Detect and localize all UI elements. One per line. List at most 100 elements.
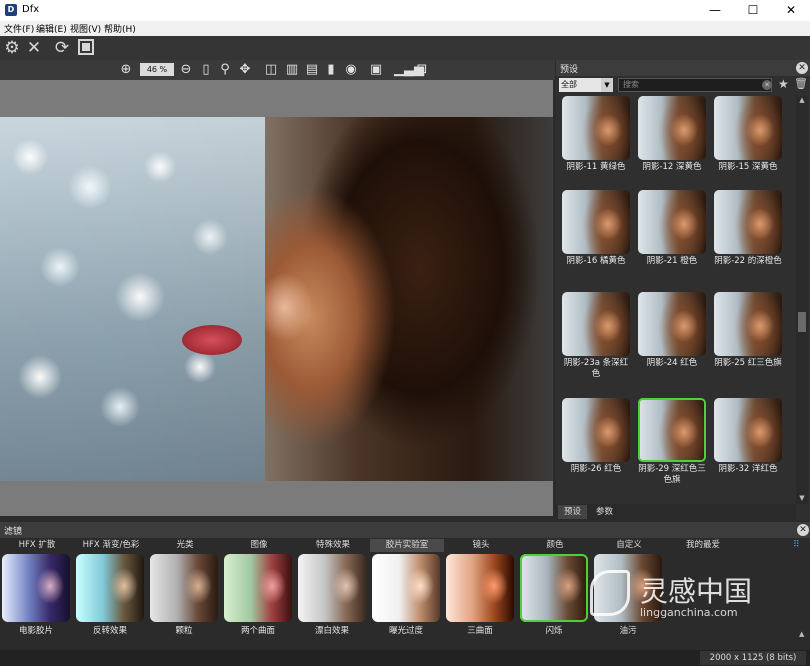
filter-item[interactable]: 漂白效果: [296, 554, 368, 636]
preset-item[interactable]: 阴影-24 红色: [636, 292, 708, 394]
preset-item[interactable]: 阴影-15 深黄色: [712, 96, 784, 198]
filter-tab[interactable]: 图像: [222, 539, 296, 552]
filter-tab[interactable]: 镜头: [444, 539, 518, 552]
watermark: 灵感中国 lingganchina.com: [590, 566, 790, 626]
preset-item[interactable]: 阴影-16 橘黄色: [560, 190, 632, 292]
chevron-down-icon[interactable]: ▼: [601, 78, 613, 92]
preset-thumbnail[interactable]: [638, 190, 706, 254]
zoom-in-icon[interactable]: ⊕: [118, 62, 134, 78]
pan-icon[interactable]: ✥: [237, 62, 253, 78]
filter-thumbnail[interactable]: [2, 554, 70, 622]
filter-item[interactable]: 颗粒: [148, 554, 220, 636]
preset-thumbnail[interactable]: [714, 292, 782, 356]
split-horizontal-icon[interactable]: ▤: [304, 62, 320, 78]
filter-item[interactable]: 曝光过度: [370, 554, 442, 636]
filter-thumbnail[interactable]: [446, 554, 514, 622]
filter-tab-active[interactable]: 胶片实验室: [370, 539, 444, 552]
menu-file[interactable]: 文件(F): [4, 22, 34, 35]
filter-tab[interactable]: 光类: [148, 539, 222, 552]
filter-item[interactable]: 三曲面: [444, 554, 516, 636]
preset-item[interactable]: 阴影-26 红色: [560, 398, 632, 500]
filter-tab[interactable]: HFX 扩散: [0, 539, 74, 552]
filter-item[interactable]: 反转效果: [74, 554, 146, 636]
scroll-up-icon[interactable]: ▲: [796, 96, 808, 106]
star-icon[interactable]: ★: [778, 77, 789, 91]
preset-thumbnail[interactable]: [562, 292, 630, 356]
filter-tab[interactable]: HFX 渐变/色彩: [74, 539, 148, 552]
page-icon[interactable]: ▮: [323, 62, 339, 78]
filter-item[interactable]: 电影胶片: [0, 554, 72, 636]
preset-tabs: 预设 参数: [556, 504, 796, 520]
filter-tab[interactable]: 自定义: [592, 539, 666, 552]
preset-thumbnail[interactable]: [714, 190, 782, 254]
zoom-level[interactable]: 46 %: [140, 63, 174, 76]
preset-item[interactable]: 阴影-23a 条深红色: [560, 292, 632, 394]
trash-icon[interactable]: 🗑: [794, 77, 808, 90]
camera-icon[interactable]: ◉: [343, 62, 359, 78]
menu-help[interactable]: 帮助(H): [104, 22, 136, 35]
filter-label: 反转效果: [92, 626, 127, 636]
histogram-icon[interactable]: ▁▃▅: [394, 62, 424, 78]
maximize-button[interactable]: ☐: [734, 0, 772, 21]
scroll-thumb[interactable]: [798, 312, 806, 332]
filter-tab[interactable]: 颜色: [518, 539, 592, 552]
filter-item-selected[interactable]: 闪烁: [518, 554, 590, 636]
filter-thumbnail[interactable]: [520, 554, 588, 622]
filters-panel: 滤镜 ✕ HFX 扩散 HFX 渐变/色彩 光类 图像 特殊效果 胶片实验室 镜…: [0, 522, 810, 666]
preset-thumbnail[interactable]: [714, 96, 782, 160]
image-dimensions: 2000 x 1125 (8 bits): [700, 651, 806, 665]
zoom-out-icon[interactable]: ⊖: [178, 62, 194, 78]
filter-tab[interactable]: 特殊效果: [296, 539, 370, 552]
tab-presets[interactable]: 预设: [558, 505, 588, 519]
preset-item[interactable]: 阴影-22 的深橙色: [712, 190, 784, 292]
category-select[interactable]: 全部 ▼: [559, 78, 613, 92]
presets-close-icon[interactable]: ✕: [796, 62, 808, 74]
loupe-icon[interactable]: ⊡: [414, 62, 430, 78]
preset-item[interactable]: 阴影-25 红三色旗: [712, 292, 784, 394]
preset-thumbnail[interactable]: [638, 398, 706, 462]
preset-item[interactable]: 阴影-12 深黄色: [636, 96, 708, 198]
minimize-button[interactable]: —: [696, 0, 734, 21]
fit-icon[interactable]: ▯: [198, 62, 214, 78]
preset-search-input[interactable]: 搜索 ✕: [618, 78, 772, 92]
preview-image[interactable]: [0, 117, 553, 481]
split-view-icon[interactable]: ◫: [263, 62, 279, 78]
close-icon[interactable]: ✕: [24, 38, 44, 58]
filter-thumbnail[interactable]: [372, 554, 440, 622]
clear-search-icon[interactable]: ✕: [762, 80, 772, 90]
preset-thumbnail[interactable]: [562, 190, 630, 254]
tab-parameters[interactable]: 参数: [590, 505, 619, 519]
filter-thumbnail[interactable]: [76, 554, 144, 622]
preset-item[interactable]: 阴影-32 洋红色: [712, 398, 784, 500]
filter-thumbnail[interactable]: [224, 554, 292, 622]
preset-thumbnail[interactable]: [562, 96, 630, 160]
grid-view-icon[interactable]: ⠿: [793, 540, 800, 550]
category-value: 全部: [561, 80, 577, 89]
preset-scrollbar[interactable]: ▲ ▼: [796, 96, 808, 504]
menu-edit[interactable]: 编辑(E): [36, 22, 67, 35]
crop-icon[interactable]: ▣: [368, 62, 384, 78]
preset-thumbnail[interactable]: [714, 398, 782, 462]
image-viewer[interactable]: [0, 80, 553, 516]
preset-thumbnail[interactable]: [638, 96, 706, 160]
scroll-up-icon[interactable]: ▲: [799, 630, 804, 638]
filter-thumbnail[interactable]: [298, 554, 366, 622]
filters-close-icon[interactable]: ✕: [797, 524, 809, 536]
gear-icon[interactable]: ⚙: [2, 38, 22, 58]
scroll-down-icon[interactable]: ▼: [796, 494, 808, 504]
magnifier-icon[interactable]: ⚲: [217, 62, 233, 78]
preset-item[interactable]: 阴影-11 黄绿色: [560, 96, 632, 198]
preset-thumbnail[interactable]: [638, 292, 706, 356]
filter-thumbnail[interactable]: [150, 554, 218, 622]
split-view-2-icon[interactable]: ▥: [284, 62, 300, 78]
refresh-icon[interactable]: ⟳: [52, 38, 72, 58]
close-window-button[interactable]: ✕: [772, 0, 810, 21]
compare-icon[interactable]: [76, 38, 96, 58]
preset-label: 阴影-32 洋红色: [718, 464, 778, 474]
filter-tab[interactable]: 我的最爱: [666, 539, 740, 552]
filter-item[interactable]: 两个曲面: [222, 554, 294, 636]
preset-item-selected[interactable]: 阴影-29 深红色三色旗: [636, 398, 708, 500]
preset-thumbnail[interactable]: [562, 398, 630, 462]
menu-view[interactable]: 视图(V): [70, 22, 101, 35]
preset-item[interactable]: 阴影-21 橙色: [636, 190, 708, 292]
